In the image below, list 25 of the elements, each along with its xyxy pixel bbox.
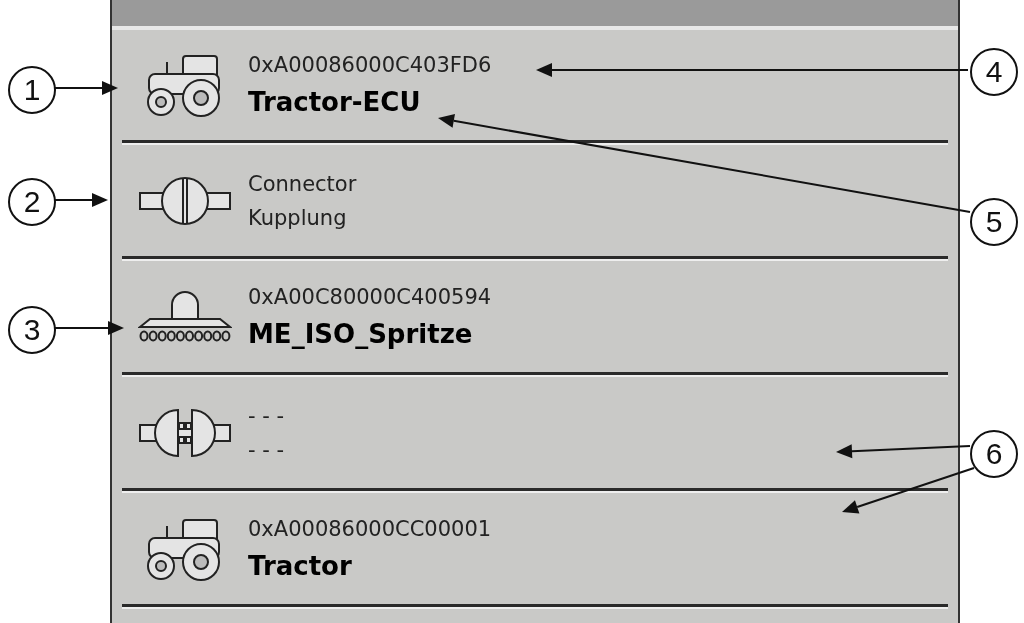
device-row[interactable]: 0xA00086000CC00001 Tractor bbox=[122, 494, 948, 607]
callout-number: 5 bbox=[970, 198, 1018, 246]
callout-number: 3 bbox=[8, 306, 56, 354]
device-address: 0xA00086000CC00001 bbox=[248, 517, 492, 541]
device-address: 0xA00C80000C400594 bbox=[248, 285, 492, 309]
callout-number: 1 bbox=[8, 66, 56, 114]
device-row[interactable]: - - - - - - bbox=[122, 378, 948, 491]
device-row[interactable]: 0xA00086000C403FD6 Tractor-ECU bbox=[122, 30, 948, 143]
device-address: 0xA00086000C403FD6 bbox=[248, 53, 492, 77]
device-name: Tractor bbox=[248, 551, 353, 581]
device-row[interactable]: 0xA00C80000C400594 ME_ISO_Spritze bbox=[122, 262, 948, 375]
device-row[interactable]: Connector Kupplung bbox=[122, 146, 948, 259]
device-name: ME_ISO_Spritze bbox=[248, 319, 474, 349]
sprayer-icon bbox=[138, 289, 232, 345]
connector-label: - - - bbox=[248, 438, 285, 462]
connector-label: Connector bbox=[248, 172, 357, 196]
connector-label: Kupplung bbox=[248, 206, 348, 230]
callout-arrow bbox=[53, 193, 108, 207]
callout-arrow bbox=[53, 81, 118, 95]
connector-label: - - - bbox=[248, 404, 285, 428]
callout-arrow bbox=[53, 321, 124, 335]
callout-number: 4 bbox=[970, 48, 1018, 96]
callout-number: 2 bbox=[8, 178, 56, 226]
device-name: Tractor-ECU bbox=[248, 87, 422, 117]
callout-number: 6 bbox=[970, 430, 1018, 478]
